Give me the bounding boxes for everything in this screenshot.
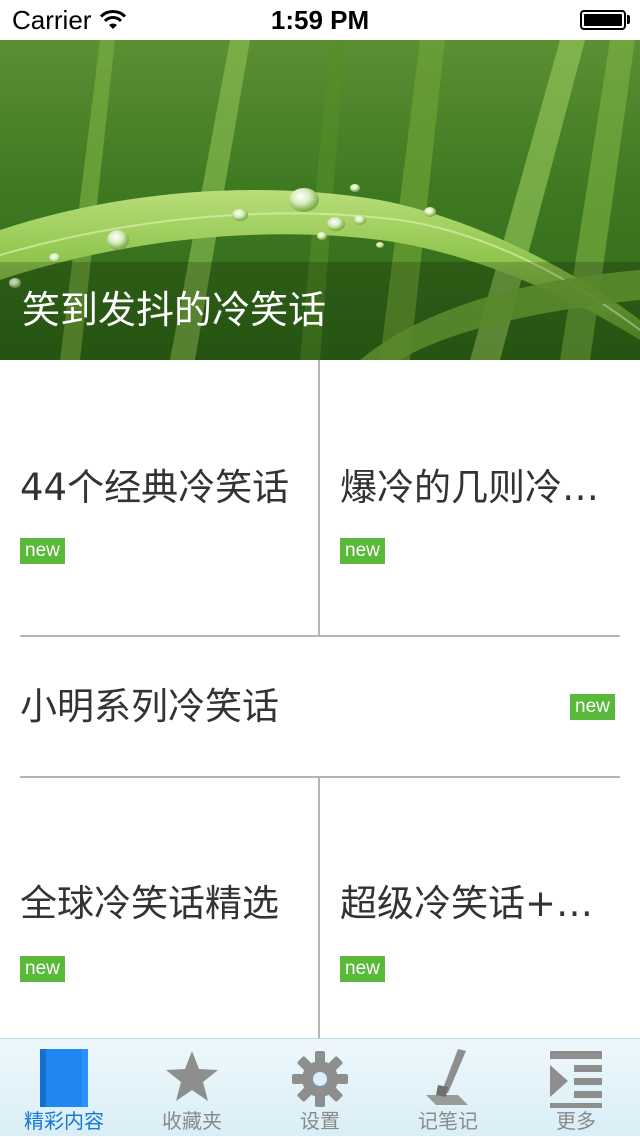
item-title: 44个经典冷笑话 xyxy=(20,466,290,509)
new-badge: new xyxy=(340,538,385,564)
battery-icon xyxy=(580,10,626,30)
list-item[interactable]: 44个经典冷笑话 new xyxy=(0,360,318,636)
pen-icon xyxy=(426,1049,468,1105)
star-icon xyxy=(166,1051,218,1101)
list-item[interactable]: 全球冷笑话精选 new xyxy=(0,778,318,1038)
tab-featured[interactable]: 精彩内容 xyxy=(0,1039,128,1137)
gear-icon xyxy=(292,1051,348,1107)
new-badge: new xyxy=(570,694,615,720)
tab-label: 精彩内容 xyxy=(24,1109,104,1133)
item-title: 全球冷笑话精选 xyxy=(20,882,279,925)
tab-favorites[interactable]: 收藏夹 xyxy=(128,1039,256,1137)
battery-level xyxy=(584,14,622,26)
tab-settings[interactable]: 设置 xyxy=(256,1039,384,1137)
item-title: 爆冷的几则冷笑话 xyxy=(340,466,628,509)
battery-tip xyxy=(627,15,630,24)
item-title: 小明系列冷笑话 xyxy=(20,685,279,728)
tab-notes[interactable]: 记笔记 xyxy=(384,1039,512,1137)
tab-label: 记笔记 xyxy=(418,1109,478,1133)
new-badge: new xyxy=(20,956,65,982)
tab-label: 设置 xyxy=(300,1109,340,1133)
hero-title: 笑到发抖的冷笑话 xyxy=(22,288,327,332)
item-title: 超级冷笑话+超级冷笑话 xyxy=(340,882,628,925)
tab-label: 更多 xyxy=(556,1109,596,1133)
tab-label: 收藏夹 xyxy=(162,1109,222,1133)
book-icon xyxy=(40,1049,88,1107)
list-item[interactable]: 爆冷的几则冷笑话 new xyxy=(320,360,640,636)
new-badge: new xyxy=(340,956,385,982)
tab-more[interactable]: 更多 xyxy=(512,1039,640,1137)
list-more-icon xyxy=(550,1051,602,1108)
status-bar: Carrier 1:59 PM xyxy=(0,0,640,40)
hero-banner[interactable]: 笑到发抖的冷笑话 xyxy=(0,40,640,360)
clock: 1:59 PM xyxy=(270,5,370,35)
new-badge: new xyxy=(20,538,65,564)
tab-bar: 精彩内容 收藏夹 设置 记笔记 更多 xyxy=(0,1038,640,1136)
list-item[interactable]: 超级冷笑话+超级冷笑话 new xyxy=(320,778,640,1038)
list-item[interactable]: 小明系列冷笑话 new xyxy=(0,637,640,776)
